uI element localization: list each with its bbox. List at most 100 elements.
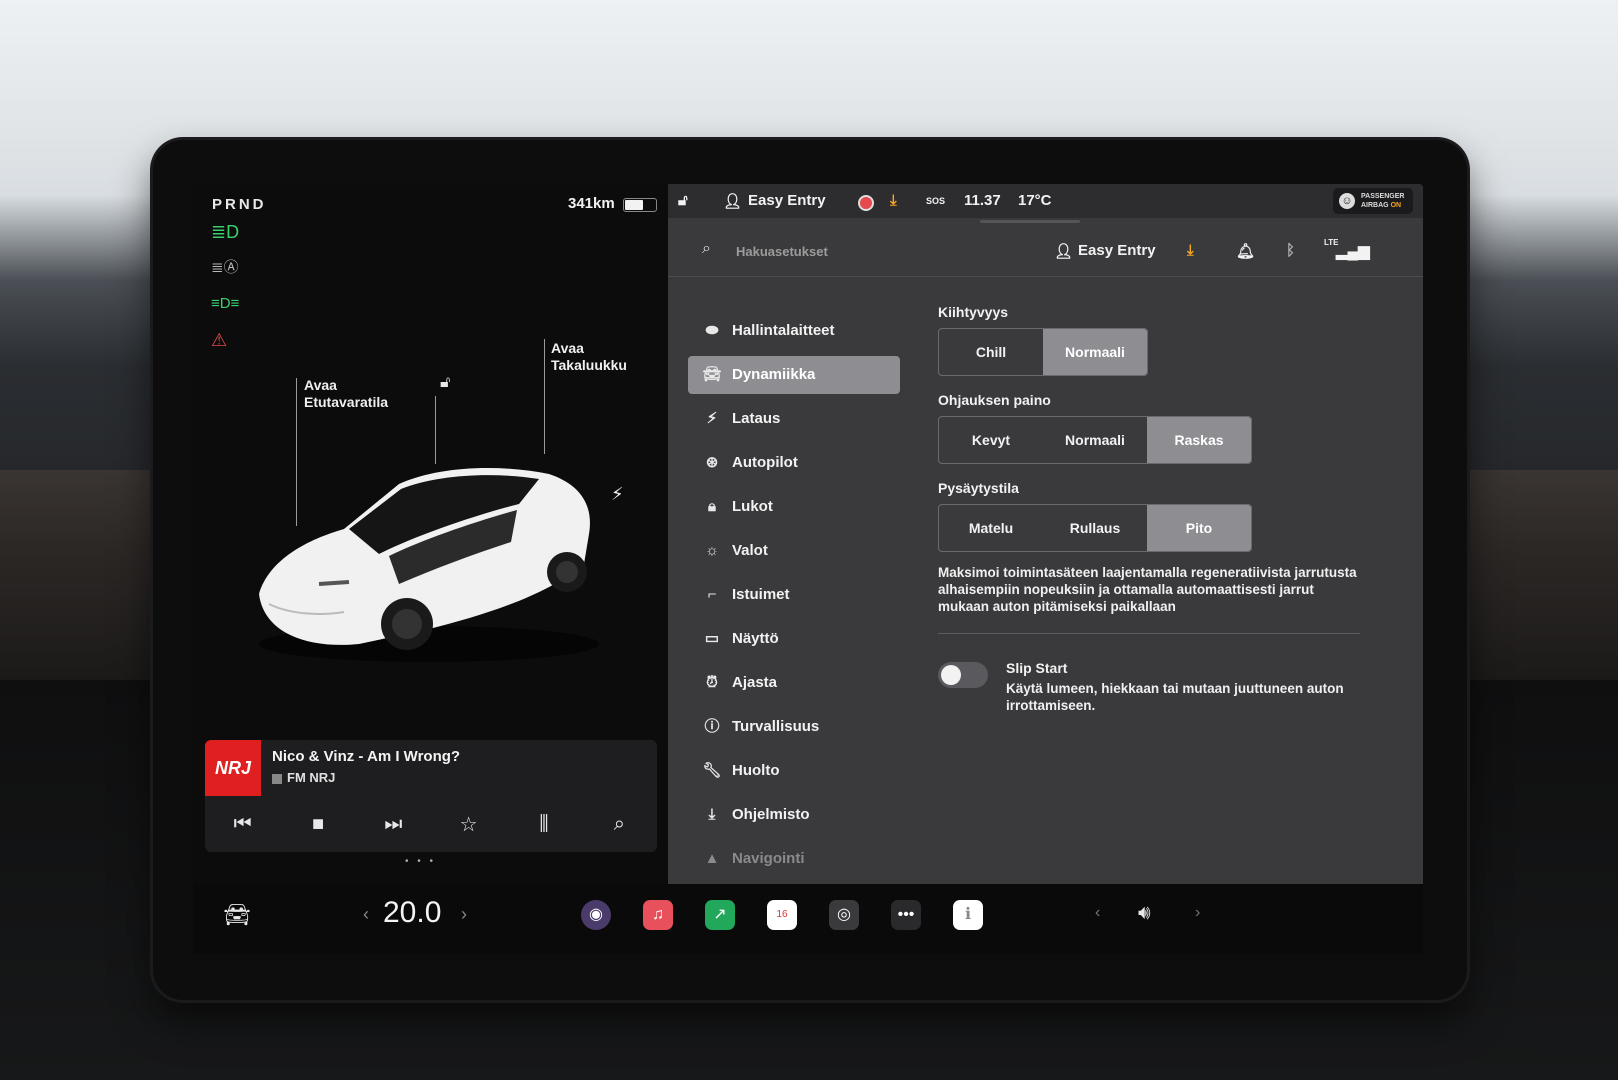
steering-title: Ohjauksen paino: [938, 392, 1051, 408]
auto-highbeam-icon: ≣Ⓐ: [211, 259, 239, 276]
previous-track-icon[interactable]: ⏮︎: [223, 813, 263, 836]
menu-item-dynamiikka[interactable]: 🚘︎ Dynamiikka: [688, 356, 900, 394]
volume-icon[interactable]: 🔊︎: [1138, 902, 1151, 925]
sun-icon: ☼: [705, 542, 719, 559]
callout-line-rear: [544, 339, 545, 454]
slip-start-title: Slip Start: [1006, 660, 1068, 676]
unlock-icon[interactable]: 🔓︎: [678, 192, 688, 209]
steering-option-kevyt[interactable]: Kevyt: [939, 417, 1043, 463]
menu-item-lataus[interactable]: ⚡︎ Lataus: [688, 400, 900, 438]
notification-bell-icon[interactable]: 🔔︎: [1236, 242, 1255, 260]
toggle-knob: [941, 665, 961, 685]
menu-item-näyttö[interactable]: ▭ Näyttö: [688, 620, 900, 658]
dashcam-record-icon[interactable]: [858, 195, 874, 211]
info-circle-icon: ⓘ: [704, 718, 720, 735]
steering-wheel-icon: ⊛: [705, 454, 719, 471]
profile-name[interactable]: Easy Entry: [748, 192, 826, 209]
steering-option-normaali[interactable]: Normaali: [1043, 417, 1147, 463]
search-icon: ⌕: [702, 240, 711, 257]
slip-start-toggle[interactable]: [938, 662, 988, 688]
drag-handle[interactable]: [980, 220, 1080, 223]
menu-item-navigointi[interactable]: ▲ Navigointi: [688, 840, 900, 878]
temp-up-chevron-icon[interactable]: ›: [461, 904, 467, 925]
menu-item-hallintalaitteet[interactable]: ⬬ Hallintalaitteet: [688, 312, 900, 350]
clock: 11.37: [964, 192, 1001, 209]
acceleration-option-normaali[interactable]: Normaali: [1043, 329, 1147, 375]
media-player: NRJ Nico & Vinz - Am I Wrong? FM NRJ ⏮︎ …: [205, 740, 657, 852]
car-icon[interactable]: 🚘︎: [223, 902, 251, 928]
profile-icon[interactable]: 👤︎: [723, 192, 742, 210]
stopping-mode-title: Pysäytystila: [938, 480, 1019, 496]
open-frunk-callout[interactable]: Avaa Etutavaratila: [304, 377, 388, 411]
next-track-icon[interactable]: ⏭︎: [373, 813, 413, 836]
profile-name[interactable]: Easy Entry: [1078, 242, 1156, 259]
wrench-icon: 🔧︎: [702, 762, 722, 779]
equalizer-icon[interactable]: ⫼: [524, 813, 564, 836]
gear-indicator: PRND: [212, 196, 267, 213]
menu-item-huolto[interactable]: 🔧︎ Huolto: [688, 752, 900, 790]
dynamics-settings: Kiihtyvyys Chill Normaali Ohjauksen paino…: [938, 304, 1368, 720]
stopping-mode-selector: Matelu Rullaus Pito: [938, 504, 1252, 552]
cabin-temperature[interactable]: 20.0: [383, 896, 441, 930]
calendar-app-icon[interactable]: 16: [767, 900, 797, 930]
stopping-mode-description: Maksimoi toimintasäteen laajentamalla re…: [938, 565, 1357, 614]
release-notes-icon[interactable]: ℹ: [953, 900, 983, 930]
more-apps-icon[interactable]: •••: [891, 900, 921, 930]
volume-up-chevron-icon[interactable]: ›: [1195, 904, 1200, 922]
open-trunk-label-1: Avaa: [551, 340, 584, 356]
download-icon[interactable]: ⤓: [1187, 242, 1194, 259]
menu-item-valot[interactable]: ☼ Valot: [688, 532, 900, 570]
headlight-icon: ≣D: [211, 222, 240, 242]
search-icon[interactable]: ⌕: [599, 813, 639, 836]
vehicle-render: [249, 444, 609, 674]
acceleration-selector: Chill Normaali: [938, 328, 1148, 376]
settings-search-input[interactable]: [734, 238, 1038, 264]
airbag-label-1: PASSENGER: [1361, 193, 1405, 200]
menu-item-ohjelmisto[interactable]: ⤓ Ohjelmisto: [688, 796, 900, 834]
stopping-option-rullaus[interactable]: Rullaus: [1043, 505, 1147, 551]
menu-item-label: Huolto: [732, 762, 780, 779]
favorite-star-icon[interactable]: ☆: [449, 812, 489, 837]
charge-port-icon[interactable]: ⚡︎: [611, 484, 624, 505]
calendar-day: 16: [776, 909, 788, 920]
volume-down-chevron-icon[interactable]: ‹: [1095, 904, 1100, 922]
music-app-icon[interactable]: ♫: [643, 900, 673, 930]
open-trunk-label-2: Takaluukku: [551, 357, 627, 373]
acceleration-option-chill[interactable]: Chill: [939, 329, 1043, 375]
menu-item-label: Hallintalaitteet: [732, 322, 835, 339]
settings-menu: ⬬ Hallintalaitteet 🚘︎ Dynamiikka ⚡︎ Lataus ⊛ Au…: [688, 312, 900, 884]
seat-icon: ⌐: [707, 586, 717, 603]
radio-icon: [272, 773, 282, 784]
range-readout: 341km: [568, 195, 615, 212]
lock-icon: 🔒︎: [708, 498, 716, 515]
menu-item-ajasta[interactable]: ⏰︎ Ajasta: [688, 664, 900, 702]
acceleration-title: Kiihtyvyys: [938, 304, 1009, 320]
profile-icon[interactable]: 👤︎: [1054, 242, 1073, 260]
bolt-icon: ⚡︎: [706, 410, 718, 427]
menu-item-label: Dynamiikka: [732, 366, 816, 383]
airbag-state: ON: [1390, 202, 1402, 209]
menu-item-istuimet[interactable]: ⌐ Istuimet: [688, 576, 900, 614]
stopping-option-matelu[interactable]: Matelu: [939, 505, 1043, 551]
bluetooth-icon[interactable]: ᛒ: [1286, 242, 1295, 259]
airbag-icon: ☺: [1339, 193, 1355, 209]
menu-item-label: Ohjelmisto: [732, 806, 810, 823]
passenger-airbag-indicator: ☺ PASSENGER AIRBAG ON: [1333, 188, 1413, 214]
menu-item-turvallisuus[interactable]: ⓘ Turvallisuus: [688, 708, 900, 746]
steering-option-raskas[interactable]: Raskas: [1147, 417, 1251, 463]
download-icon[interactable]: ⤓: [890, 192, 897, 209]
toggle-icon: ⬬: [705, 322, 719, 339]
car-icon: 🚘︎: [702, 366, 722, 383]
outside-temperature: 17°C: [1018, 192, 1052, 209]
stocks-app-icon[interactable]: ↗: [705, 900, 735, 930]
camera-app-icon[interactable]: ◉: [581, 900, 611, 930]
sos-icon[interactable]: SOS: [926, 196, 945, 206]
menu-item-autopilot[interactable]: ⊛ Autopilot: [688, 444, 900, 482]
stop-icon[interactable]: ■: [298, 813, 338, 836]
stopping-option-pito[interactable]: Pito: [1147, 505, 1251, 551]
unlock-icon[interactable]: 🔓︎: [440, 374, 450, 392]
open-trunk-callout[interactable]: Avaa Takaluukku: [551, 340, 627, 374]
temp-down-chevron-icon[interactable]: ‹: [363, 904, 369, 925]
dashcam-app-icon[interactable]: ◎: [829, 900, 859, 930]
menu-item-lukot[interactable]: 🔒︎ Lukot: [688, 488, 900, 526]
